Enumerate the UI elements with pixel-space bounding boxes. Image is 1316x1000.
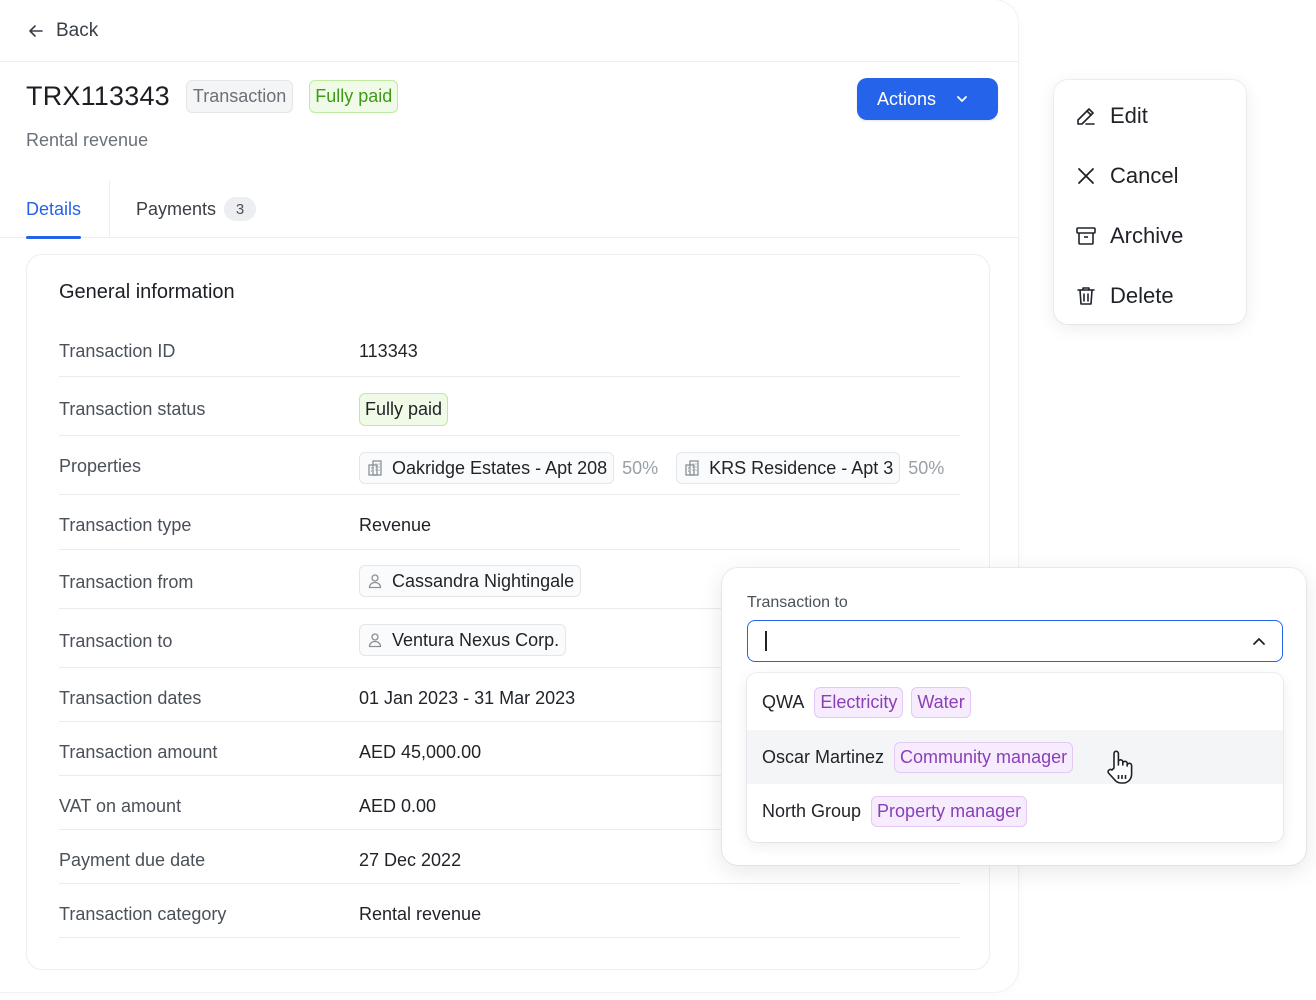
building-icon: [368, 460, 382, 476]
option-north-group[interactable]: North Group Property manager: [747, 784, 1283, 838]
row-label: Transaction category: [59, 904, 227, 924]
menu-item-label: Cancel: [1110, 163, 1179, 188]
row-value: 01 Jan 2023 - 31 Mar 2023: [359, 688, 576, 708]
type-badge: Transaction: [185, 80, 294, 113]
page-subtitle: Rental revenue: [26, 130, 149, 150]
tab-bar: Details Payments 3: [0, 180, 1018, 239]
user-icon: [368, 633, 382, 648]
option-qwa[interactable]: QWA Electricity Water: [747, 675, 1283, 729]
tab-payments-label: Payments: [136, 198, 217, 219]
row-value: Revenue: [359, 515, 432, 535]
back-button[interactable]: Back: [26, 20, 98, 42]
transaction-to-select-panel: Transaction to QWA Electricity Water Osc…: [722, 568, 1306, 865]
user-icon: [368, 574, 382, 589]
menu-item-cancel[interactable]: Cancel: [1074, 156, 1178, 196]
row-label: Transaction type: [59, 515, 192, 535]
menu-item-label: Archive: [1110, 223, 1184, 248]
option-name: QWA: [762, 691, 805, 712]
role-tag: Water: [911, 686, 971, 718]
row-value: 113343: [359, 341, 418, 361]
row-value: 27 Dec 2022: [359, 850, 462, 870]
menu-item-label: Edit: [1110, 103, 1148, 128]
row-properties: Properties Oakridge Estates - Apt 208 50…: [59, 436, 960, 495]
property-name: Oakridge Estates - Apt 208: [392, 457, 608, 478]
back-label: Back: [56, 19, 99, 41]
chevron-up-icon[interactable]: [1250, 633, 1268, 651]
actions-label: Actions: [877, 88, 937, 109]
property-name: KRS Residence - Apt 3: [709, 457, 894, 478]
role-tag: Property manager: [871, 795, 1028, 827]
arrow-left-icon: [29, 24, 43, 37]
row-value: Rental revenue: [359, 904, 482, 924]
actions-button[interactable]: Actions: [857, 78, 998, 120]
options-list: QWA Electricity Water Oscar Martinez Com…: [747, 673, 1283, 842]
menu-item-edit[interactable]: Edit: [1074, 96, 1148, 136]
tab-details[interactable]: Details: [26, 180, 82, 239]
active-tab-indicator: [26, 236, 82, 239]
role-tag: Electricity: [814, 686, 904, 718]
row-label: Properties: [59, 456, 142, 476]
payments-count-badge: 3: [224, 197, 257, 221]
top-bar: Back: [0, 0, 1018, 62]
page-title: TRX113343: [26, 81, 170, 111]
row-value: AED 45,000.00: [359, 742, 482, 762]
row-value: AED 0.00: [359, 796, 437, 816]
hand-cursor-icon: [1107, 750, 1133, 784]
property-share: 50%: [908, 457, 945, 478]
select-label: Transaction to: [747, 594, 848, 611]
actions-menu: Edit Cancel Archive Delete: [1054, 80, 1246, 324]
row-label: VAT on amount: [59, 796, 182, 816]
person-name: Ventura Nexus Corp.: [392, 629, 560, 650]
role-tag: Community manager: [894, 741, 1074, 773]
person-name: Cassandra Nightingale: [392, 570, 575, 591]
trash-icon: [1077, 287, 1095, 305]
row-transaction-status: Transaction status Fully paid: [59, 377, 960, 436]
row-label: Transaction from: [59, 572, 194, 592]
row-label: Payment due date: [59, 850, 206, 870]
properties-list: Oakridge Estates - Apt 208 50% KRS Resid…: [359, 452, 944, 484]
card-title: General information: [59, 281, 235, 303]
row-label: Transaction dates: [59, 688, 202, 708]
menu-item-archive[interactable]: Archive: [1074, 216, 1183, 256]
property-chip[interactable]: KRS Residence - Apt 3: [676, 452, 901, 484]
archive-icon: [1076, 227, 1096, 245]
menu-item-label: Delete: [1110, 283, 1174, 308]
property-chip[interactable]: Oakridge Estates - Apt 208: [359, 452, 615, 484]
status-badge: Fully paid: [359, 393, 449, 426]
person-chip[interactable]: Ventura Nexus Corp.: [359, 624, 567, 656]
property-share: 50%: [622, 457, 659, 478]
person-chip[interactable]: Cassandra Nightingale: [359, 565, 582, 597]
row-value: Cassandra Nightingale: [359, 565, 582, 597]
row-label: Transaction ID: [59, 341, 176, 361]
menu-item-delete[interactable]: Delete: [1074, 276, 1174, 316]
status-badge: Fully paid: [309, 80, 399, 113]
option-name: North Group: [762, 800, 862, 821]
pencil-icon: [1077, 108, 1095, 125]
row-transaction-type: Transaction type Revenue: [59, 495, 960, 550]
option-name: Oscar Martinez: [762, 746, 885, 767]
transaction-to-input[interactable]: [747, 620, 1283, 662]
row-label: Transaction status: [59, 399, 206, 419]
tab-details-label: Details: [26, 198, 82, 219]
row-label: Transaction amount: [59, 742, 218, 762]
option-oscar-martinez[interactable]: Oscar Martinez Community manager: [747, 730, 1283, 784]
text-caret: [765, 631, 767, 651]
row-transaction-id: Transaction ID 113343: [59, 329, 960, 377]
row-label: Transaction to: [59, 631, 173, 651]
close-icon: [1078, 168, 1094, 184]
tab-divider: [109, 180, 110, 238]
row-transaction-category: Transaction category Rental revenue: [59, 884, 960, 938]
row-value: Ventura Nexus Corp.: [359, 624, 567, 656]
chevron-down-icon: [957, 96, 967, 102]
title-row: TRX113343 Transaction Fully paid: [26, 80, 399, 113]
tab-payments[interactable]: Payments 3: [136, 180, 257, 238]
building-icon: [685, 460, 699, 476]
